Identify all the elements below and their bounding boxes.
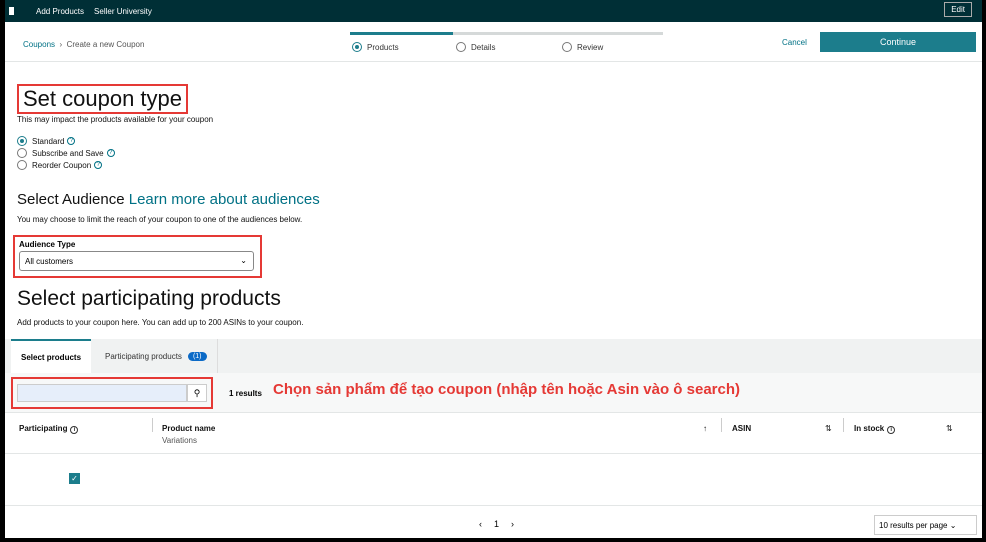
help-icon[interactable]: ? — [67, 137, 76, 145]
count-badge: (1) — [187, 351, 207, 361]
radio-icon — [17, 148, 27, 158]
pagination: ‹ 1 › — [479, 519, 514, 529]
audience-heading: Select Audience — [17, 191, 125, 208]
sort-icon[interactable]: ⇅ — [946, 424, 953, 433]
continue-button[interactable]: Continue — [820, 32, 976, 52]
breadcrumb-current: Create a new Coupon — [66, 40, 145, 49]
radio-icon — [352, 42, 362, 52]
col-label: Participating — [19, 424, 68, 433]
cancel-button[interactable]: Cancel — [782, 38, 807, 47]
audience-subtitle: You may choose to limit the reach of you… — [17, 215, 303, 224]
search-icon[interactable]: ⚲ — [187, 384, 207, 402]
help-icon[interactable]: ? — [94, 161, 103, 169]
option-label: Standard — [32, 136, 65, 146]
audience-type-label: Audience Type — [19, 240, 76, 249]
tab-label: Participating products — [105, 351, 182, 361]
column-divider — [721, 418, 722, 432]
step-details[interactable]: Details — [456, 42, 495, 52]
col-in-stock[interactable]: In stock i — [854, 424, 896, 434]
radio-icon — [17, 160, 27, 170]
learn-more-link[interactable]: Learn more about audiences — [129, 191, 320, 208]
bookmark-icon[interactable] — [9, 7, 14, 15]
radio-icon — [17, 136, 27, 146]
app-window: Add Products Seller University Edit Coup… — [5, 0, 982, 538]
products-subtitle: Add products to your coupon here. You ca… — [17, 318, 304, 327]
col-participating: Participating i — [19, 424, 79, 434]
radio-icon — [456, 42, 466, 52]
products-title: Select participating products — [17, 287, 281, 310]
page-number[interactable]: 1 — [494, 519, 499, 529]
col-variations: Variations — [162, 436, 197, 445]
results-per-page-select[interactable]: 10 results per page ⌄ — [874, 515, 977, 535]
next-page-icon[interactable]: › — [511, 519, 514, 529]
row-divider — [5, 505, 982, 506]
search-input[interactable] — [17, 384, 187, 402]
coupon-type-subtitle: This may impact the products available f… — [17, 115, 214, 124]
radio-standard[interactable]: Standard? — [17, 136, 76, 146]
page-title: Set coupon type — [17, 84, 189, 114]
prev-page-icon[interactable]: ‹ — [479, 519, 482, 529]
step-label: Products — [367, 42, 399, 52]
annotation-text: Chọn sản phẩm để tạo coupon (nhập tên ho… — [273, 381, 740, 398]
radio-subscribe-save[interactable]: Subscribe and Save? — [17, 148, 115, 158]
radio-reorder[interactable]: Reorder Coupon? — [17, 160, 103, 170]
results-count: 1 results — [229, 389, 262, 398]
tab-select-products[interactable]: Select products — [11, 339, 92, 373]
step-label: Review — [577, 42, 604, 52]
radio-icon — [562, 42, 572, 52]
select-value: 10 results per page — [879, 521, 948, 530]
product-tabs: Select products Participating products (1… — [5, 339, 982, 373]
audience-type-select[interactable]: All customers ⌄ — [19, 251, 254, 271]
chevron-down-icon: ⌄ — [949, 521, 957, 530]
col-product-name[interactable]: Product name — [162, 424, 215, 433]
tab-participating-products[interactable]: Participating products (1) — [95, 339, 218, 373]
step-review[interactable]: Review — [562, 42, 603, 52]
help-icon[interactable]: ? — [106, 149, 115, 157]
col-label: In stock — [854, 424, 885, 433]
audience-type-group: Audience Type All customers ⌄ — [13, 235, 262, 278]
sort-up-icon[interactable]: ↑ — [703, 424, 707, 433]
breadcrumb-coupons[interactable]: Coupons — [23, 40, 55, 49]
nav-add-products[interactable]: Add Products — [36, 7, 84, 16]
row-divider — [5, 453, 982, 454]
nav-seller-university[interactable]: Seller University — [94, 7, 152, 16]
column-divider — [843, 418, 844, 432]
option-label: Subscribe and Save — [32, 148, 104, 158]
page-header: Coupons › Create a new Coupon Products D… — [5, 22, 982, 62]
info-icon[interactable]: i — [70, 426, 79, 434]
breadcrumb: Coupons › Create a new Coupon — [23, 40, 145, 49]
chevron-down-icon: ⌄ — [240, 256, 247, 265]
step-progress-bar — [350, 32, 663, 35]
column-divider — [152, 418, 153, 432]
search-toolbar: ⚲ 1 results Chọn sản phẩm để tạo coupon … — [5, 373, 982, 413]
step-products[interactable]: Products — [352, 42, 399, 52]
col-asin[interactable]: ASIN — [732, 424, 751, 433]
option-label: Reorder Coupon — [32, 160, 92, 170]
sort-icon[interactable]: ⇅ — [825, 424, 832, 433]
info-icon[interactable]: i — [887, 426, 896, 434]
search-highlight: ⚲ — [11, 377, 213, 409]
edit-button[interactable]: Edit — [944, 2, 972, 17]
audience-title: Select Audience Learn more about audienc… — [17, 191, 320, 208]
participating-checkbox[interactable]: ✓ — [69, 473, 80, 484]
step-label: Details — [471, 42, 496, 52]
top-nav-bar: Add Products Seller University Edit — [5, 0, 982, 22]
select-value: All customers — [25, 257, 74, 266]
